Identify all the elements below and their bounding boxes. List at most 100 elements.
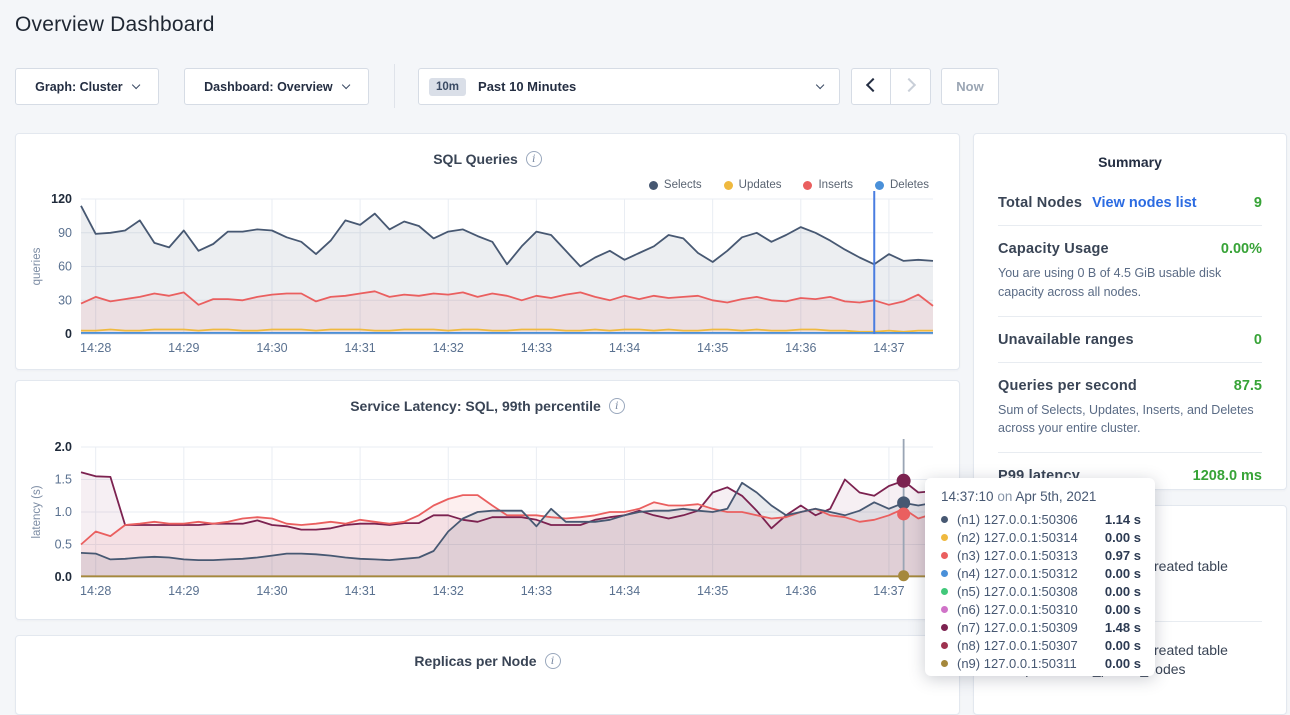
tooltip-node-value: 1.14 s: [1105, 512, 1141, 527]
tooltip-node-label: (n7) 127.0.0.1:50309: [957, 620, 1078, 635]
now-button[interactable]: Now: [941, 68, 999, 105]
summary-row: Unavailable ranges 0: [998, 316, 1262, 362]
svg-text:30: 30: [58, 293, 72, 307]
svg-text:14:33: 14:33: [521, 584, 552, 598]
svg-text:2.0: 2.0: [55, 440, 72, 454]
summary-label: Queries per second: [998, 378, 1137, 394]
tooltip-node-label: (n1) 127.0.0.1:50306: [957, 512, 1078, 527]
tooltip-node-label: (n4) 127.0.0.1:50312: [957, 566, 1078, 581]
svg-text:14:32: 14:32: [433, 584, 464, 598]
summary-value: 0.00%: [1221, 241, 1262, 257]
svg-text:0.5: 0.5: [55, 538, 72, 552]
dashboard-dropdown-label: Dashboard: Overview: [204, 80, 333, 94]
tooltip-node-label: (n5) 127.0.0.1:50308: [957, 584, 1078, 599]
time-step-buttons: [851, 68, 931, 105]
node-color-dot-icon: [941, 570, 948, 577]
tooltip-timestamp: 14:37:10 on Apr 5th, 2021: [941, 489, 1141, 504]
chart-title: Replicas per Node: [414, 653, 536, 669]
summary-value: 0: [1254, 332, 1262, 348]
svg-text:60: 60: [58, 260, 72, 274]
tooltip-node-value: 1.48 s: [1105, 620, 1141, 635]
svg-text:0.0: 0.0: [55, 570, 72, 584]
svg-text:14:29: 14:29: [168, 341, 199, 355]
summary-row: Capacity Usage0.00%You are using 0 B of …: [998, 225, 1262, 316]
svg-text:14:34: 14:34: [609, 584, 640, 598]
summary-title: Summary: [974, 134, 1286, 170]
view-nodes-list-link[interactable]: View nodes list: [1092, 195, 1197, 211]
svg-text:1.5: 1.5: [55, 473, 72, 487]
sql-queries-panel: SQL Queries i SelectsUpdatesInsertsDelet…: [15, 133, 960, 370]
tooltip-node-label: (n6) 127.0.0.1:50310: [957, 602, 1078, 617]
svg-text:14:30: 14:30: [256, 341, 287, 355]
service-latency-chart[interactable]: 0.00.51.01.52.014:2814:2914:3014:3114:32…: [16, 381, 959, 619]
summary-row: Total Nodes View nodes list 9: [998, 180, 1262, 225]
summary-row: Queries per second 87.5 Sum of Selects, Up…: [998, 362, 1262, 453]
svg-text:14:35: 14:35: [697, 584, 728, 598]
svg-text:14:37: 14:37: [873, 341, 904, 355]
tooltip-row: (n8) 127.0.0.1:50307 0.00 s: [941, 636, 1141, 654]
summary-rows: Total Nodes View nodes list 9 Capacity Usag…: [974, 170, 1286, 498]
chevron-down-icon: [816, 81, 825, 90]
svg-text:14:32: 14:32: [433, 341, 464, 355]
summary-description: Sum of Selects, Updates, Inserts, and De…: [998, 401, 1262, 439]
tooltip-row: (n7) 127.0.0.1:50309 1.48 s: [941, 618, 1141, 636]
info-icon[interactable]: i: [545, 653, 561, 669]
node-color-dot-icon: [941, 660, 948, 667]
tooltip-time: 14:37:10: [941, 489, 994, 504]
tooltip-row: (n9) 127.0.0.1:50311 0.00 s: [941, 654, 1141, 672]
tooltip-node-value: 0.00 s: [1105, 584, 1141, 599]
node-color-dot-icon: [941, 534, 948, 541]
svg-text:14:34: 14:34: [609, 341, 640, 355]
svg-text:90: 90: [58, 226, 72, 240]
svg-text:14:36: 14:36: [785, 584, 816, 598]
svg-text:14:35: 14:35: [697, 341, 728, 355]
tooltip-row: (n2) 127.0.0.1:503140.00 s: [941, 528, 1141, 546]
svg-text:14:28: 14:28: [80, 341, 111, 355]
summary-panel: Summary Total Nodes View nodes list 9 Capac…: [973, 133, 1287, 490]
tooltip-row: (n1) 127.0.0.1:50306 1.14 s: [941, 510, 1141, 528]
time-range-badge: 10m: [429, 78, 466, 96]
tooltip-node-label: (n8) 127.0.0.1:50307: [957, 638, 1078, 653]
tooltip-node-label: (n3) 127.0.0.1:50313: [957, 548, 1078, 563]
tooltip-row: (n5) 127.0.0.1:50308 0.00 s: [941, 582, 1141, 600]
time-range-label: Past 10 Minutes: [478, 79, 805, 94]
tooltip-row: (n4) 127.0.0.1:503120.00 s: [941, 564, 1141, 582]
summary-description: You are using 0 B of 4.5 GiB usable disk…: [998, 264, 1262, 302]
controls-divider: [394, 64, 395, 108]
tooltip-node-value: 0.00 s: [1105, 638, 1141, 653]
svg-text:14:36: 14:36: [785, 341, 816, 355]
summary-value: 9: [1254, 195, 1262, 211]
tooltip-on: on: [997, 489, 1012, 504]
sql-queries-chart[interactable]: 030609012014:2814:2914:3014:3114:3214:33…: [16, 134, 959, 369]
replicas-per-node-panel: Replicas per Node i: [15, 635, 960, 715]
tooltip-node-value: 0.00 s: [1105, 656, 1141, 671]
chevron-right-icon: [902, 78, 916, 92]
replicas-title-row: Replicas per Node i: [16, 653, 959, 669]
tooltip-node-label: (n9) 127.0.0.1:50311: [957, 656, 1077, 671]
graph-dropdown-label: Graph: Cluster: [35, 80, 123, 94]
chevron-left-icon: [865, 78, 879, 92]
node-color-dot-icon: [941, 552, 948, 559]
service-latency-panel: Service Latency: SQL, 99th percentile i …: [15, 380, 960, 620]
tooltip-row: (n6) 127.0.0.1:50310 0.00 s: [941, 600, 1141, 618]
overview-dashboard-page: Overview Dashboard Graph: Cluster Dashbo…: [0, 0, 1290, 689]
svg-text:14:33: 14:33: [521, 341, 552, 355]
svg-text:0: 0: [65, 327, 72, 341]
summary-value: 1208.0 ms: [1193, 468, 1262, 484]
summary-value: 87.5: [1234, 378, 1262, 394]
svg-text:14:29: 14:29: [168, 584, 199, 598]
time-prev-button[interactable]: [851, 68, 891, 105]
time-next-button[interactable]: [891, 68, 931, 105]
node-color-dot-icon: [941, 516, 948, 523]
svg-text:14:31: 14:31: [344, 584, 375, 598]
summary-label: Total Nodes: [998, 195, 1082, 211]
svg-text:14:31: 14:31: [344, 341, 375, 355]
node-color-dot-icon: [941, 642, 948, 649]
tooltip-node-value: 0.00 s: [1105, 602, 1141, 617]
graph-dropdown[interactable]: Graph: Cluster: [15, 68, 159, 105]
dashboard-dropdown[interactable]: Dashboard: Overview: [184, 68, 369, 105]
tooltip-node-label: (n2) 127.0.0.1:50314: [957, 530, 1078, 545]
page-title: Overview Dashboard: [15, 13, 215, 37]
time-range-picker[interactable]: 10m Past 10 Minutes: [418, 68, 840, 105]
summary-label: Unavailable ranges: [998, 332, 1134, 348]
